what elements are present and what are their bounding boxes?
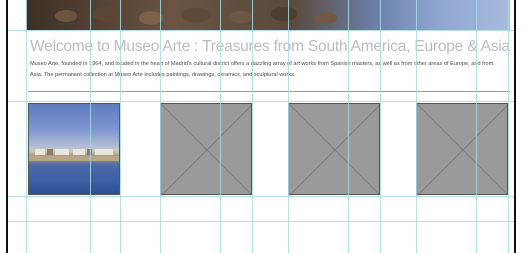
image-placeholder[interactable] [288,103,380,195]
layout-guide-vertical [416,0,417,253]
layout-guide-vertical [220,0,221,253]
header-banner-image [26,0,510,30]
canvas-edge-left [6,0,8,253]
photo-building [73,149,85,155]
image-placeholder-icon [417,104,507,194]
photo-shoreline [29,156,119,161]
layout-guide-vertical [288,0,289,253]
photo-building [47,149,53,155]
layout-guide-horizontal [8,30,514,31]
divider-rule [28,91,510,92]
intro-paragraph: Museo Arte, founded in 1964, and located… [30,61,494,78]
canvas-edge-right [514,0,516,253]
layout-guide-horizontal [8,101,514,102]
gallery-photo-thumbnail[interactable] [28,103,120,195]
image-placeholder[interactable] [416,103,508,195]
layout-guide-vertical [160,0,161,253]
layout-guide-vertical [380,0,381,253]
layout-guide-vertical [252,0,253,253]
photo-building [35,149,45,155]
layout-guide-vertical [26,0,27,253]
design-canvas: Welcome to Museo Arte : Treasures from S… [0,0,525,253]
layout-guide-vertical [348,0,349,253]
layout-guide-vertical [476,0,477,253]
image-placeholder-icon [161,104,251,194]
layout-guide-horizontal [8,221,514,222]
image-placeholder[interactable] [160,103,252,195]
photo-building [55,149,69,155]
layout-guide-vertical [120,0,121,253]
layout-guide-horizontal [8,196,514,197]
layout-guide-vertical [508,0,509,253]
photo-building [95,149,113,155]
page-title: Welcome to Museo Arte : Treasures from S… [30,38,510,55]
image-placeholder-icon [289,104,379,194]
layout-guide-vertical [90,0,91,253]
